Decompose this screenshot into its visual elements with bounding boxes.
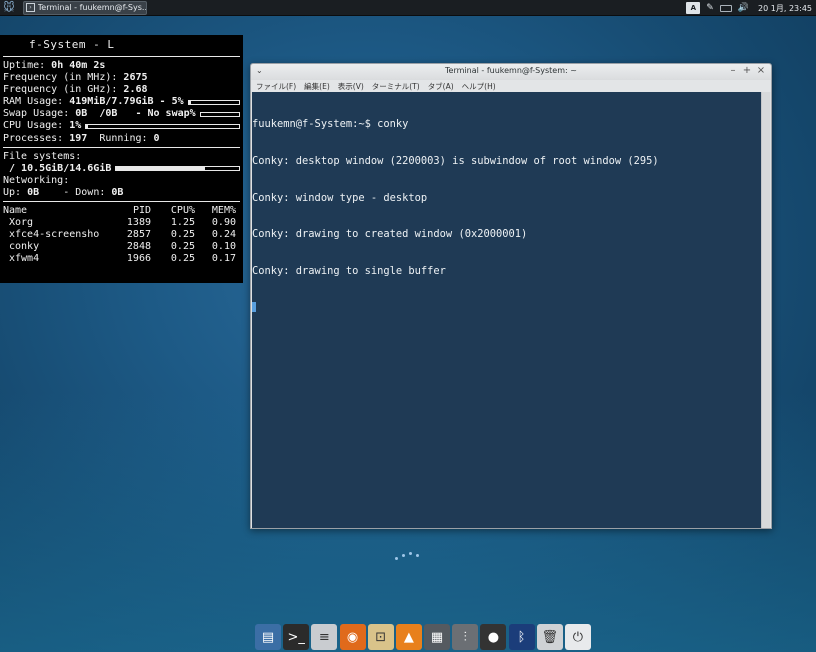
loading-spinner-icon [395,552,423,562]
terminal-line: Conky: drawing to single buffer [252,264,446,277]
cpu-bar [85,124,240,130]
networking-label: Networking: [3,174,70,186]
applications-menu-icon[interactable]: 🐭 [1,0,17,16]
close-icon[interactable]: × [755,65,767,76]
terminal-small-icon: › [26,3,35,12]
ram-row: RAM Usage: 419MiB/7.79GiB - 5% [3,96,240,108]
conky-panel: f-System - L Uptime: 0h 40m 2s Frequency… [0,35,243,283]
swap-bar [199,111,240,117]
bluetooth-icon[interactable]: ᛒ [508,624,535,650]
menu-edit[interactable]: 編集(E) [304,81,330,92]
terminal-cursor-line [252,301,762,313]
network-row: Up: 0B - Down: 0B [3,186,124,198]
terminal-menubar: ファイル(F) 編集(E) 表示(V) ターミナル(T) タブ(A) ヘルプ(H… [251,80,771,92]
conky-title: f-System - L [29,38,115,51]
divider [3,201,240,203]
uptime-row: Uptime: 0h 40m 2s [3,60,106,71]
clock[interactable]: 20 1月, 23:45 [758,3,812,14]
terminal-line: Conky: desktop window (2200003) is subwi… [252,155,659,167]
screenshot-icon[interactable]: ⊡ [367,624,394,650]
minimize-icon[interactable]: – [727,65,739,76]
swap-row: Swap Usage: 0B /0B - No swap% [3,108,240,120]
freq-ghz-row: Frequency (in GHz): 2.68 [3,84,148,96]
cpu-row: CPU Usage: 1% [3,120,240,132]
menu-help[interactable]: ヘルプ(H) [462,81,496,92]
file-manager-icon[interactable]: ▤ [255,624,281,650]
firefox-icon[interactable]: ◉ [339,624,366,650]
terminal-line: fuukemn@f-System:~$ conky [252,118,409,131]
divider [3,146,240,148]
menu-terminal[interactable]: ターミナル(T) [372,81,420,92]
text-editor-icon[interactable]: ≡ [311,624,338,650]
trash-icon[interactable]: 🗑 [536,624,563,650]
system-tray: A ✎ 🔊 20 1月, 23:45 [683,0,816,16]
top-panel: 🐭 › Terminal - fuukemn@f-Sys... A ✎ 🔊 20… [0,0,816,16]
processes-row: Processes: 197 Running: 0 [3,132,160,144]
process-row: Xorg 1389 1.25 0.90 [9,217,236,229]
text-cursor [252,302,256,313]
taskbar-button-label: Terminal - fuukemn@f-Sys... [37,3,146,12]
battery-icon[interactable] [719,2,732,14]
window-titlebar[interactable]: ⌄ Terminal - fuukemn@f-System: ~ – + × [251,64,771,80]
mixer-icon[interactable]: ⫶ [452,624,479,650]
filesystems-label: File systems: [3,150,82,162]
fs-bar [115,166,240,172]
menu-view[interactable]: 表示(V) [338,81,364,92]
terminal-line: Conky: window type - desktop [252,191,428,204]
window-title: Terminal - fuukemn@f-System: ~ [445,66,577,75]
fs-root-row: / 10.5GiB/14.6GiB [3,163,240,175]
volume-icon[interactable]: 🔊 [738,2,749,14]
taskbar-button-terminal[interactable]: › Terminal - fuukemn@f-Sys... [23,0,147,15]
media-player-icon[interactable]: ● [480,624,507,650]
menu-tabs[interactable]: タブ(A) [428,81,454,92]
dock: ▤ >_ ≡ ◉ ⊡ ▲ ▦ ⫶ ● ᛒ 🗑 ⏻ [252,622,594,652]
freq-mhz-row: Frequency (in MHz): 2675 [3,72,148,84]
vlc-icon[interactable]: ▲ [395,624,422,650]
terminal-output[interactable]: fuukemn@f-System:~$ conky Conky: desktop… [252,92,762,528]
logout-icon[interactable]: ⏻ [564,624,591,650]
process-row: xfce4-screensho 2857 0.25 0.24 [9,229,236,241]
process-row: conky 2848 0.25 0.10 [9,241,236,253]
maximize-icon[interactable]: + [741,65,753,76]
divider [3,56,240,57]
input-method-icon[interactable]: A [686,2,701,14]
terminal-line: Conky: drawing to created window (0x2000… [252,228,528,241]
ram-bar [187,99,240,105]
terminal-icon[interactable]: >_ [283,624,310,650]
menu-file[interactable]: ファイル(F) [256,81,296,92]
process-row: xfwm4 1966 0.25 0.17 [9,253,236,265]
process-table-header: Name PID CPU% MEM% [3,205,236,217]
pen-icon[interactable]: ✎ [706,2,714,14]
terminal-window: ⌄ Terminal - fuukemn@f-System: ~ – + × フ… [250,63,772,529]
video-editor-icon[interactable]: ▦ [424,624,451,650]
scrollbar[interactable] [761,92,770,528]
